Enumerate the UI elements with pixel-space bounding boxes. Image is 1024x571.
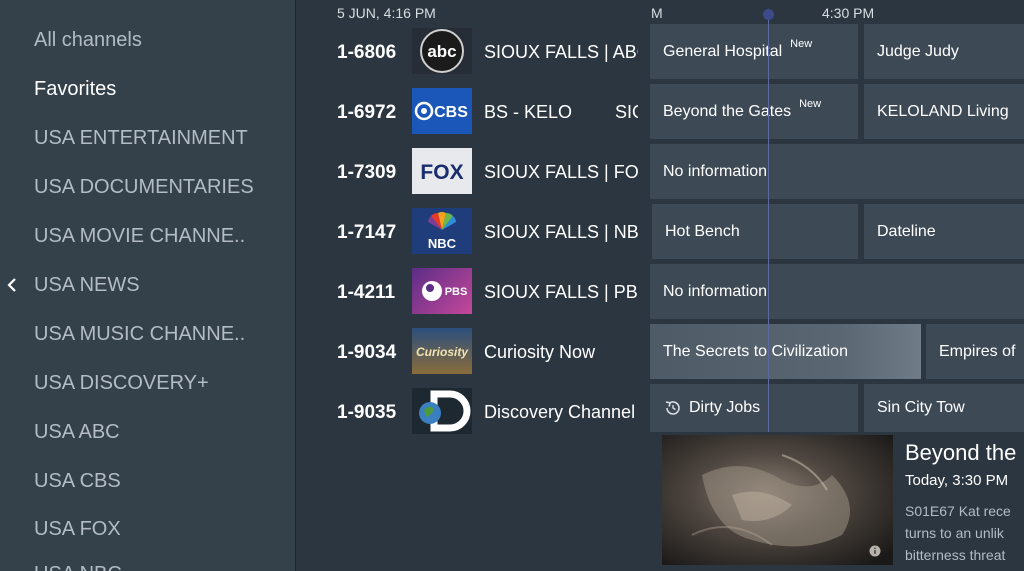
current-date-time: 5 JUN, 4:16 PM	[337, 5, 436, 21]
program-title: No information	[663, 282, 768, 300]
timeline-tick-430: 4:30 PM	[822, 5, 875, 21]
program-title: Dirty Jobs	[689, 399, 761, 416]
program-beyond-the-gates[interactable]: Beyond the Gates New	[650, 84, 858, 139]
channel-name: Curiosity Now	[484, 342, 596, 362]
program-no-information[interactable]: No information	[650, 264, 1024, 319]
program-title: General Hospital	[663, 42, 783, 60]
program-the-secrets-to-civilization[interactable]: The Secrets to Civilization	[650, 324, 921, 379]
program-title: Judge Judy	[877, 42, 959, 60]
discovery-logo-text: D	[452, 415, 453, 417]
new-badge: New	[799, 97, 822, 110]
fox-logo-text: FOX	[420, 161, 463, 184]
channel-name-marquee: SIO	[615, 102, 638, 122]
program-dirty-jobs[interactable]: Dirty Jobs	[650, 384, 858, 432]
preview-airtime: Today, 3:30 PM	[905, 472, 1009, 489]
pbs-logo: PBS	[412, 268, 472, 314]
program-general-hospital[interactable]: General Hospital New	[650, 24, 858, 79]
channel-number: 1-7309	[337, 162, 397, 183]
channel-name: BS - KELO	[484, 102, 573, 122]
sidebar-item-favorites[interactable]: Favorites	[34, 78, 116, 101]
channel-number: 1-7147	[337, 222, 397, 243]
channel-name: Discovery Channel	[484, 402, 636, 422]
channel-number: 1-4211	[337, 282, 396, 303]
channel-number: 1-6806	[337, 42, 397, 63]
preview-description: S01E67 Kat rece turns to an unlik bitter…	[905, 503, 1011, 563]
channel-number: 1-9035	[337, 402, 397, 423]
sidebar-item-usa-discovery-plus[interactable]: USA DISCOVERY+	[34, 372, 209, 395]
program-sin-city-tow[interactable]: Sin City Tow	[864, 384, 1024, 432]
channel-name: SIOUX FALLS | FOX	[484, 162, 638, 182]
current-time-line	[768, 12, 769, 432]
program-no-information[interactable]: No information	[650, 144, 1024, 199]
sidebar-item-usa-movie-channels[interactable]: USA MOVIE CHANNE..	[34, 225, 245, 248]
channel-name: SIOUX FALLS | PBS	[484, 282, 638, 302]
discovery-logo: D	[412, 388, 472, 434]
replay-icon	[665, 401, 680, 415]
abc-logo: abc	[412, 28, 472, 74]
curiosity-logo-text: Curiosity	[416, 345, 469, 359]
program-judge-judy[interactable]: Judge Judy	[864, 24, 1024, 79]
nbc-logo-text: NBC	[428, 236, 457, 251]
new-badge: New	[790, 37, 813, 50]
cbs-logo-text: CBS	[434, 104, 468, 121]
channel-name: SIOUX FALLS | NBC	[484, 222, 638, 242]
chevron-left-icon	[7, 278, 16, 292]
program-title: Dateline	[877, 222, 936, 240]
current-time-marker	[763, 9, 774, 20]
program-title: Empires of	[939, 342, 1016, 360]
timeline-tick-prev: M	[651, 5, 663, 21]
channel-number: 1-6972	[337, 102, 397, 123]
channel-number: 1-9034	[337, 342, 397, 363]
sidebar-item-usa-abc[interactable]: USA ABC	[34, 421, 120, 444]
program-title: No information	[663, 162, 768, 180]
category-sidebar: All channels Favorites USA ENTERTAINMENT…	[0, 0, 296, 571]
program-hot-bench[interactable]: Hot Bench	[652, 204, 858, 259]
program-dateline[interactable]: Dateline	[864, 204, 1024, 259]
program-title: Sin City Tow	[877, 399, 965, 416]
pbs-logo-text: PBS	[445, 286, 468, 298]
sidebar-item-usa-documentaries[interactable]: USA DOCUMENTARIES	[34, 176, 254, 199]
info-icon	[869, 545, 881, 557]
sidebar-item-usa-news[interactable]: USA NEWS	[34, 274, 140, 297]
program-preview-thumbnail[interactable]	[662, 435, 893, 565]
sidebar-item-usa-nbc[interactable]: USA NBC	[34, 563, 122, 571]
abc-logo-text: abc	[427, 42, 456, 61]
program-title: Hot Bench	[665, 222, 740, 240]
program-keloland-living[interactable]: KELOLAND Living	[864, 84, 1024, 139]
nbc-logo: NBC	[412, 208, 472, 254]
channel-name: SIOUX FALLS | ABC	[484, 42, 638, 62]
sidebar-item-usa-fox[interactable]: USA FOX	[34, 518, 121, 541]
cbs-logo: CBS	[412, 88, 472, 134]
program-empires-of[interactable]: Empires of	[926, 324, 1024, 379]
program-title: Beyond the Gates	[663, 102, 792, 120]
sidebar-item-usa-cbs[interactable]: USA CBS	[34, 470, 121, 493]
program-title: The Secrets to Civilization	[663, 342, 848, 360]
fox-logo: FOX	[412, 148, 472, 194]
program-title: KELOLAND Living	[877, 102, 1009, 120]
curiosity-logo: Curiosity	[412, 328, 472, 374]
sidebar-item-all-channels[interactable]: All channels	[34, 29, 142, 52]
preview-program-title: Beyond the	[905, 440, 1017, 465]
sidebar-item-usa-entertainment[interactable]: USA ENTERTAINMENT	[34, 127, 248, 150]
sidebar-item-usa-music-channels[interactable]: USA MUSIC CHANNE..	[34, 323, 245, 346]
